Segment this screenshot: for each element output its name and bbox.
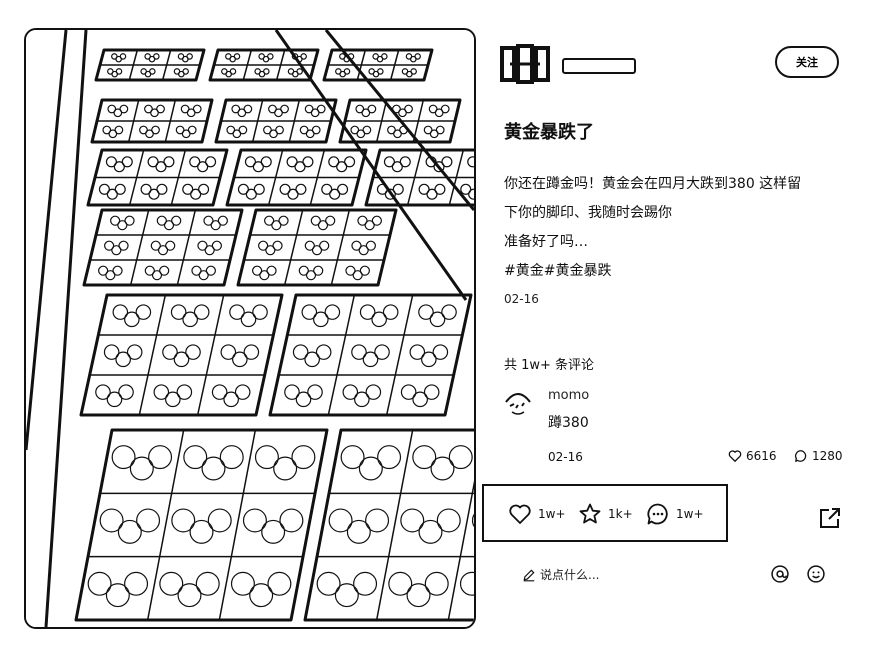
follow-button[interactable]: 关注 (775, 46, 839, 78)
comment-reply-count: 1280 (812, 449, 843, 463)
commenter-name[interactable]: momo (548, 388, 589, 403)
comment-reply-button[interactable]: 1280 (794, 449, 843, 463)
comment-like-button[interactable]: 6616 (728, 449, 777, 463)
like-button[interactable]: 1w+ (508, 502, 566, 526)
post-image[interactable] (24, 28, 476, 629)
display-case-image (26, 30, 474, 627)
comment-item: momo 蹲380 02-16 6616 1280 (504, 388, 854, 468)
pencil-icon (523, 569, 535, 581)
comment-text: 蹲380 (548, 415, 589, 431)
post-date: 02-16 (504, 292, 539, 306)
comment-button[interactable]: 1w+ (646, 502, 704, 526)
star-icon (579, 503, 601, 524)
comment-date: 02-16 (548, 450, 583, 464)
post-body-line: 准备好了吗… (504, 234, 588, 250)
post-body-line: 下你的脚印、我随时会踢你 (504, 205, 672, 221)
post-detail-panel: 关注 黄金暴跌了 你还在蹲金吗！黄金会在四月大跌到380 这样留 下你的脚印、我… (482, 0, 860, 648)
collect-button[interactable]: 1k+ (578, 502, 633, 526)
engagement-bar: 1w+ 1k+ 1w+ (482, 484, 728, 542)
emoji-icon[interactable] (806, 564, 826, 584)
heart-icon (728, 450, 742, 462)
author-avatar[interactable] (500, 44, 550, 84)
comment-icon (795, 450, 807, 462)
commenter-avatar[interactable] (504, 388, 532, 418)
post-body: 你还在蹲金吗！黄金会在四月大跌到380 这样留 下你的脚印、我随时会踢你 准备好… (504, 170, 854, 286)
comment-total: 1w+ (676, 507, 704, 521)
heart-icon (509, 504, 531, 524)
author-name-redacted[interactable] (562, 58, 636, 74)
collect-count: 1k+ (608, 507, 633, 521)
comment-input[interactable]: 说点什么... (522, 566, 599, 583)
at-icon[interactable] (770, 564, 790, 584)
like-count: 1w+ (538, 507, 566, 521)
comment-like-count: 6616 (746, 449, 777, 463)
post-title: 黄金暴跌了 (504, 122, 594, 143)
post-hashtags[interactable]: #黄金#黄金暴跌 (504, 257, 854, 286)
share-icon[interactable] (818, 506, 842, 530)
post-body-line: 你还在蹲金吗！黄金会在四月大跌到380 这样留 (504, 176, 802, 192)
comment-input-placeholder: 说点什么... (540, 568, 600, 582)
comment-icon (647, 503, 668, 525)
comment-count: 共 1w+ 条评论 (504, 358, 595, 373)
